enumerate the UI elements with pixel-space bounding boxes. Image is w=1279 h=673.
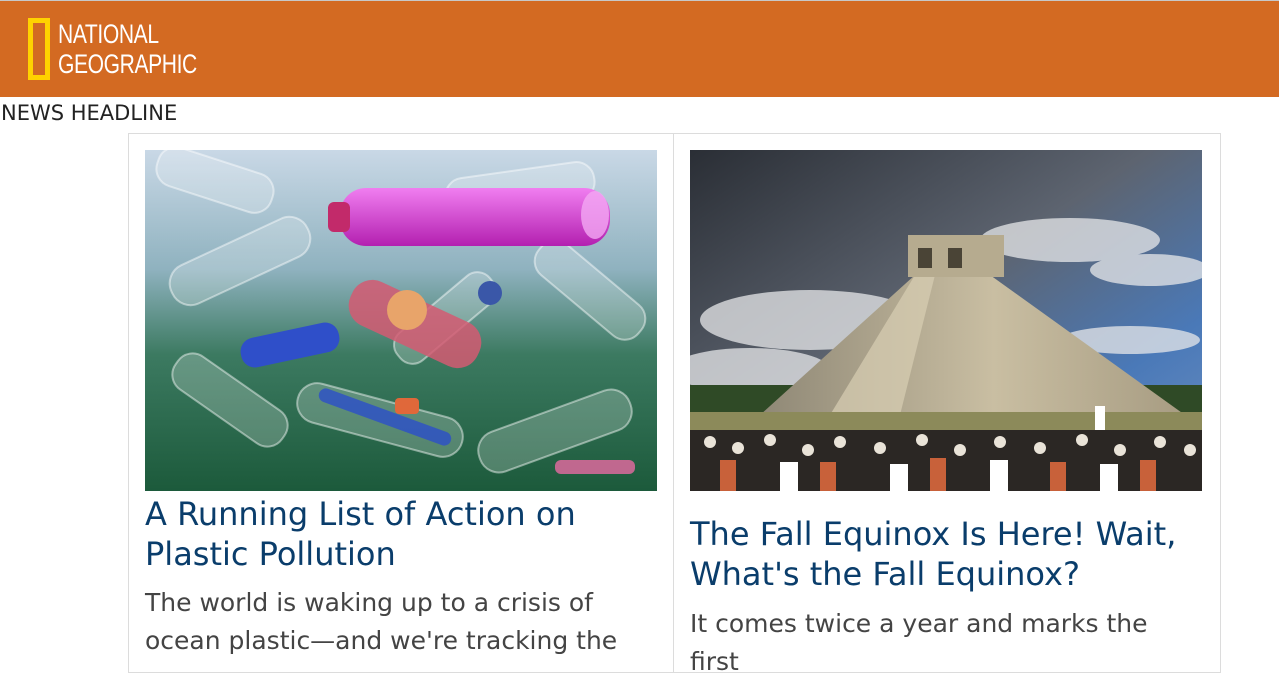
national-geographic-logo[interactable]: NATIONAL GEOGRAPHIC xyxy=(28,14,236,84)
logo-line-2: GEOGRAPHIC xyxy=(58,49,197,79)
chichen-itza-pyramid-crowd-photo[interactable] xyxy=(690,150,1202,491)
card-title[interactable]: A Running List of Action on Plastic Poll… xyxy=(145,494,657,574)
news-card-plastic-pollution[interactable]: A Running List of Action on Plastic Poll… xyxy=(128,133,674,673)
section-heading: NEWS HEADLINE xyxy=(1,101,178,125)
news-card-fall-equinox[interactable]: The Fall Equinox Is Here! Wait, What's t… xyxy=(674,133,1221,673)
card-description: It comes twice a year and marks the firs… xyxy=(690,609,1148,673)
news-card-grid: A Running List of Action on Plastic Poll… xyxy=(128,133,1221,673)
card-title[interactable]: The Fall Equinox Is Here! Wait, What's t… xyxy=(690,514,1204,594)
card-description: The world is waking up to a crisis of oc… xyxy=(145,588,618,655)
yellow-rectangle-icon xyxy=(28,18,50,80)
site-header: NATIONAL GEOGRAPHIC xyxy=(0,0,1279,97)
logo-line-1: NATIONAL xyxy=(58,19,159,49)
plastic-bottles-underwater-photo[interactable] xyxy=(145,150,657,491)
logo-wordmark: NATIONAL GEOGRAPHIC xyxy=(58,19,197,79)
